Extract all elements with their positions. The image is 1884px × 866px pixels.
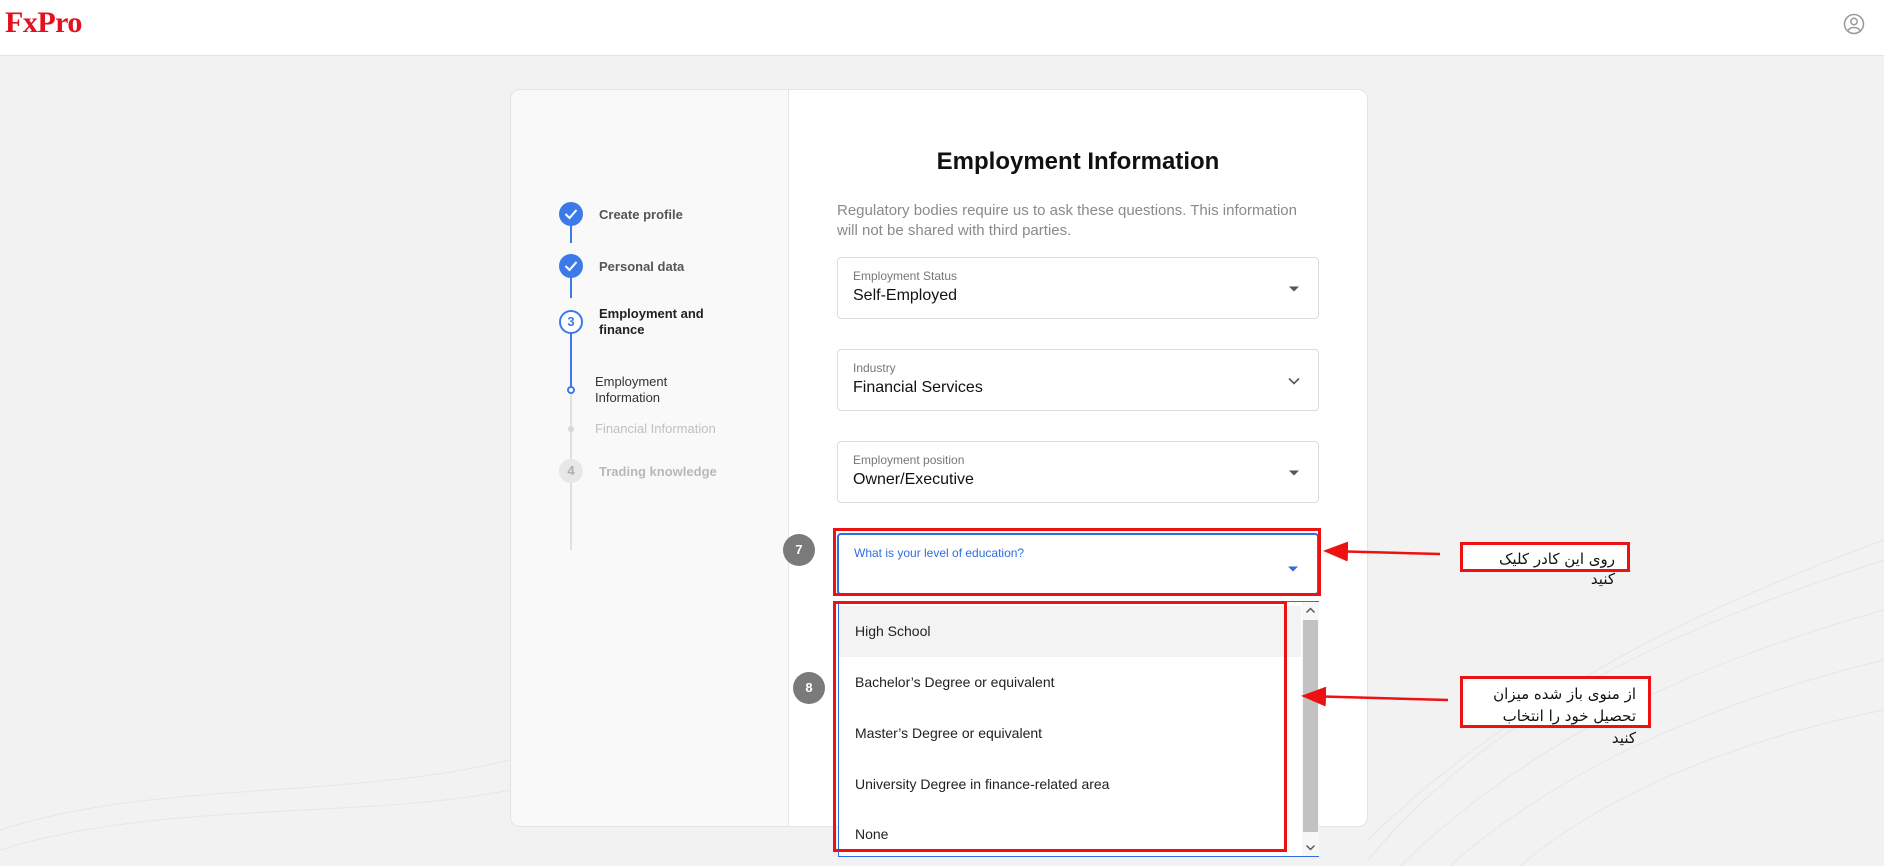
arrow-to-field	[1323, 541, 1441, 562]
arrow-to-options	[1301, 686, 1449, 707]
annotation-arrows	[1301, 541, 1449, 707]
